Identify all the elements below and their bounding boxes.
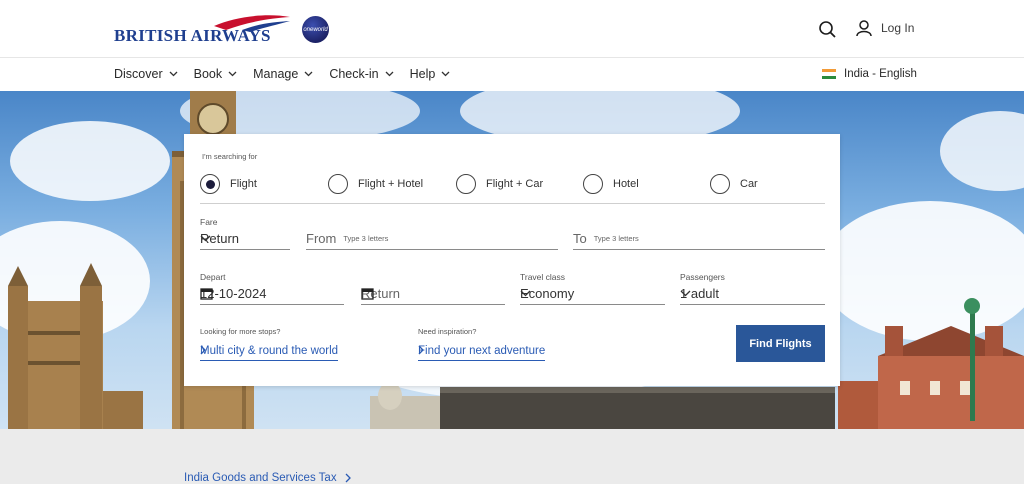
from-input[interactable]: From Type 3 letters bbox=[306, 227, 558, 250]
radio-flight[interactable]: Flight bbox=[200, 174, 257, 194]
radio-label: Car bbox=[740, 178, 758, 190]
fare-label: Fare bbox=[200, 217, 218, 227]
footer-strip: India Goods and Services Tax bbox=[0, 429, 1024, 484]
to-hint: Type 3 letters bbox=[593, 233, 639, 243]
british-airways-logo[interactable]: BRITISH AIRWAYS bbox=[114, 14, 294, 46]
to-input[interactable]: To Type 3 letters bbox=[573, 227, 825, 250]
to-placeholder: To bbox=[573, 230, 587, 246]
find-flights-button[interactable]: Find Flights bbox=[736, 325, 825, 362]
nav-item-label: Check-in bbox=[329, 67, 379, 81]
chevron-down-icon bbox=[385, 71, 394, 77]
radio-label: Hotel bbox=[613, 178, 639, 190]
adventure-link[interactable]: Find your next adventure bbox=[418, 345, 546, 361]
calendar-icon bbox=[361, 288, 374, 300]
searching-label: I'm searching for bbox=[202, 152, 258, 161]
chevron-right-icon bbox=[418, 345, 424, 355]
depart-date-input[interactable]: 12-10-2024 bbox=[200, 282, 344, 305]
radio-unselected-icon bbox=[456, 174, 476, 194]
calendar-icon bbox=[200, 288, 213, 300]
locale-selector[interactable]: India - English bbox=[822, 68, 917, 80]
oneworld-label: oneworld bbox=[303, 26, 328, 33]
radio-flight-car[interactable]: Flight + Car bbox=[456, 174, 543, 194]
gst-link[interactable]: India Goods and Services Tax bbox=[184, 472, 351, 484]
radio-selected-icon bbox=[200, 174, 220, 194]
from-placeholder: From bbox=[306, 230, 337, 246]
radio-hotel[interactable]: Hotel bbox=[583, 174, 639, 194]
travel-class-select[interactable]: Economy bbox=[520, 282, 665, 305]
nav-item-discover[interactable]: Discover bbox=[114, 67, 178, 81]
nav-item-label: Book bbox=[193, 67, 223, 81]
search-button[interactable] bbox=[818, 20, 838, 40]
radio-label: Flight + Hotel bbox=[358, 178, 424, 190]
locale-label: India - English bbox=[844, 68, 917, 80]
more-stops-label: Looking for more stops? bbox=[200, 327, 281, 336]
nav-item-label: Discover bbox=[114, 67, 163, 81]
india-flag-icon bbox=[822, 69, 836, 79]
nav-items: Discover Book Manage Check-in Help bbox=[114, 67, 466, 81]
from-hint: Type 3 letters bbox=[343, 233, 389, 243]
fare-select[interactable]: Return bbox=[200, 227, 290, 250]
nav-item-help[interactable]: Help bbox=[410, 67, 451, 81]
chevron-down-icon bbox=[441, 71, 450, 77]
nav-item-label: Help bbox=[409, 67, 436, 81]
nav-item-label: Manage bbox=[253, 67, 299, 81]
login-button[interactable]: Log In bbox=[855, 19, 914, 37]
nav-item-check-in[interactable]: Check-in bbox=[329, 67, 394, 81]
return-date-input[interactable]: Return bbox=[361, 282, 505, 305]
top-header: BRITISH AIRWAYS oneworld Log In bbox=[0, 0, 1024, 58]
depart-label: Depart bbox=[200, 272, 226, 282]
radio-label: Flight bbox=[230, 178, 257, 190]
oneworld-logo: oneworld bbox=[302, 16, 329, 43]
adventure-link-label: Find your next adventure bbox=[418, 345, 546, 357]
radio-car[interactable]: Car bbox=[710, 174, 758, 194]
chevron-right-icon bbox=[200, 345, 206, 355]
speedmarque-icon bbox=[214, 15, 290, 32]
login-label: Log In bbox=[881, 21, 915, 35]
chevron-down-icon bbox=[169, 71, 178, 77]
nav-item-book[interactable]: Book bbox=[194, 67, 238, 81]
radio-unselected-icon bbox=[328, 174, 348, 194]
travel-class-label: Travel class bbox=[520, 272, 566, 282]
nav-item-manage[interactable]: Manage bbox=[253, 67, 313, 81]
search-icon bbox=[819, 21, 836, 38]
booking-type-radios: Flight Flight + Hotel Flight + Car Hotel… bbox=[200, 172, 825, 204]
gst-link-label: India Goods and Services Tax bbox=[184, 472, 337, 484]
chevron-right-icon bbox=[345, 473, 351, 483]
multi-city-link-label: Multi city & round the world bbox=[200, 345, 339, 357]
inspiration-label: Need inspiration? bbox=[418, 327, 477, 336]
passengers-label: Passengers bbox=[680, 272, 725, 282]
radio-flight-hotel[interactable]: Flight + Hotel bbox=[328, 174, 423, 194]
chevron-down-icon bbox=[228, 71, 237, 77]
radio-unselected-icon bbox=[583, 174, 603, 194]
chevron-down-icon bbox=[304, 71, 313, 77]
radio-unselected-icon bbox=[710, 174, 730, 194]
user-icon bbox=[856, 20, 872, 37]
chevron-down-icon bbox=[680, 290, 691, 297]
hero-banner: I'm searching for Flight Flight + Hotel … bbox=[0, 91, 1024, 429]
main-nav: Discover Book Manage Check-in Help India… bbox=[0, 58, 1024, 91]
passengers-select[interactable]: 1 adult bbox=[680, 282, 825, 305]
chevron-down-icon bbox=[520, 290, 531, 297]
multi-city-link[interactable]: Multi city & round the world bbox=[200, 345, 339, 361]
radio-label: Flight + Car bbox=[486, 178, 544, 190]
chevron-down-icon bbox=[200, 235, 211, 242]
booking-card: I'm searching for Flight Flight + Hotel … bbox=[184, 134, 840, 386]
